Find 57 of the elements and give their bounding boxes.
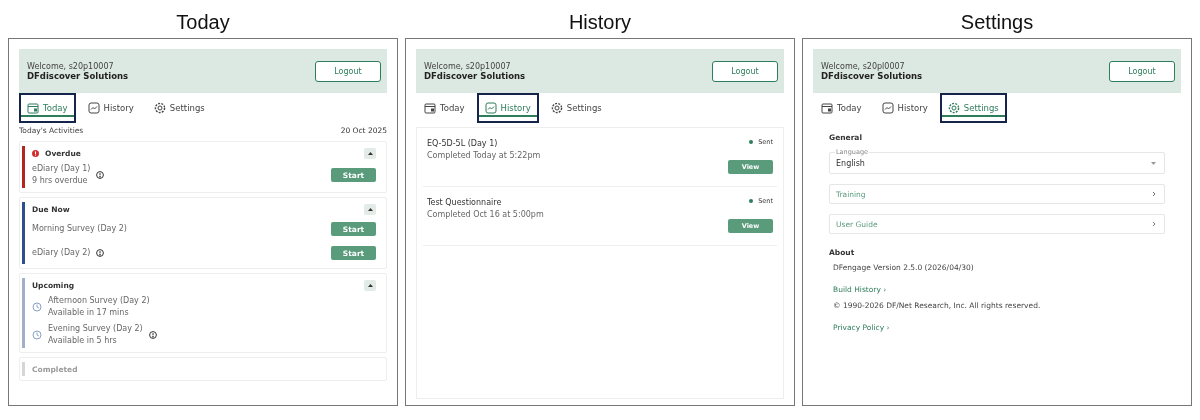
settings-icon <box>550 102 563 114</box>
clock-icon <box>32 330 42 340</box>
logout-button[interactable]: Logout <box>712 60 778 82</box>
screen-caption: History <box>567 9 633 35</box>
info-icon <box>148 331 157 339</box>
tab[interactable]: Today <box>416 93 473 123</box>
chart-icon <box>87 102 100 114</box>
caret-icon <box>367 283 373 287</box>
screen-caption: Today <box>175 9 231 35</box>
tab[interactable]: Settings <box>145 93 213 123</box>
info-icon <box>96 249 105 257</box>
welcome-text: Welcome, s20p10007 <box>27 61 115 71</box>
chevron-icon <box>1152 221 1156 227</box>
tab[interactable]: Today <box>813 93 870 123</box>
screen-caption: Settings <box>959 9 1035 35</box>
activity-note: Available in 5 hrs <box>48 335 118 347</box>
tab[interactable]: Today <box>19 93 76 123</box>
activity-name: Evening Survey (Day 2) <box>48 323 143 335</box>
tab[interactable]: Settings <box>542 93 610 123</box>
chart-icon <box>484 102 497 114</box>
collapse-button[interactable] <box>364 279 376 291</box>
chart-icon <box>881 102 894 114</box>
tab[interactable]: History <box>873 93 936 123</box>
calendar-icon <box>27 102 39 114</box>
entry-title: EQ-5D-5L (Day 1) <box>427 138 499 150</box>
logout-button[interactable]: Logout <box>315 60 381 82</box>
activity-name: Afternoon Survey (Day 2) <box>48 295 150 307</box>
logout-button[interactable]: Logout <box>1109 60 1175 82</box>
caret-icon <box>367 207 373 211</box>
collapse-button[interactable] <box>364 147 376 159</box>
settings-icon <box>153 102 166 114</box>
chevron-icon <box>1152 191 1156 197</box>
activity-name: eDiary (Day 2) <box>32 247 91 259</box>
calendar-icon <box>424 102 436 114</box>
tab[interactable]: History <box>476 93 539 123</box>
clock-icon <box>32 302 42 312</box>
activity-name: eDiary (Day 1) <box>32 163 91 175</box>
entry-subtitle: Completed Oct 16 at 5:00pm <box>427 209 544 221</box>
org-name: DFdiscover Solutions <box>27 70 129 81</box>
welcome-text: Welcome, s20pl0007 <box>821 61 906 71</box>
caret-icon <box>367 151 373 155</box>
caret-icon <box>1151 161 1156 165</box>
info-icon <box>96 171 105 179</box>
activity-name: Morning Survey (Day 2) <box>32 223 127 235</box>
collapse-button[interactable] <box>364 203 376 215</box>
activity-note: 9 hrs overdue <box>32 175 89 187</box>
welcome-text: Welcome, s20p10007 <box>424 61 512 71</box>
settings-icon <box>947 102 960 114</box>
alert-icon <box>32 149 39 157</box>
entry-subtitle: Completed Today at 5:22pm <box>427 150 541 162</box>
org-name: DFdiscover Solutions <box>821 70 923 81</box>
tab[interactable]: History <box>79 93 142 123</box>
org-name: DFdiscover Solutions <box>424 70 526 81</box>
tab[interactable]: Settings <box>939 93 1007 123</box>
calendar-icon <box>821 102 833 114</box>
activity-note: Available in 17 mins <box>48 307 130 319</box>
entry-title: Test Questionnaire <box>427 197 503 209</box>
